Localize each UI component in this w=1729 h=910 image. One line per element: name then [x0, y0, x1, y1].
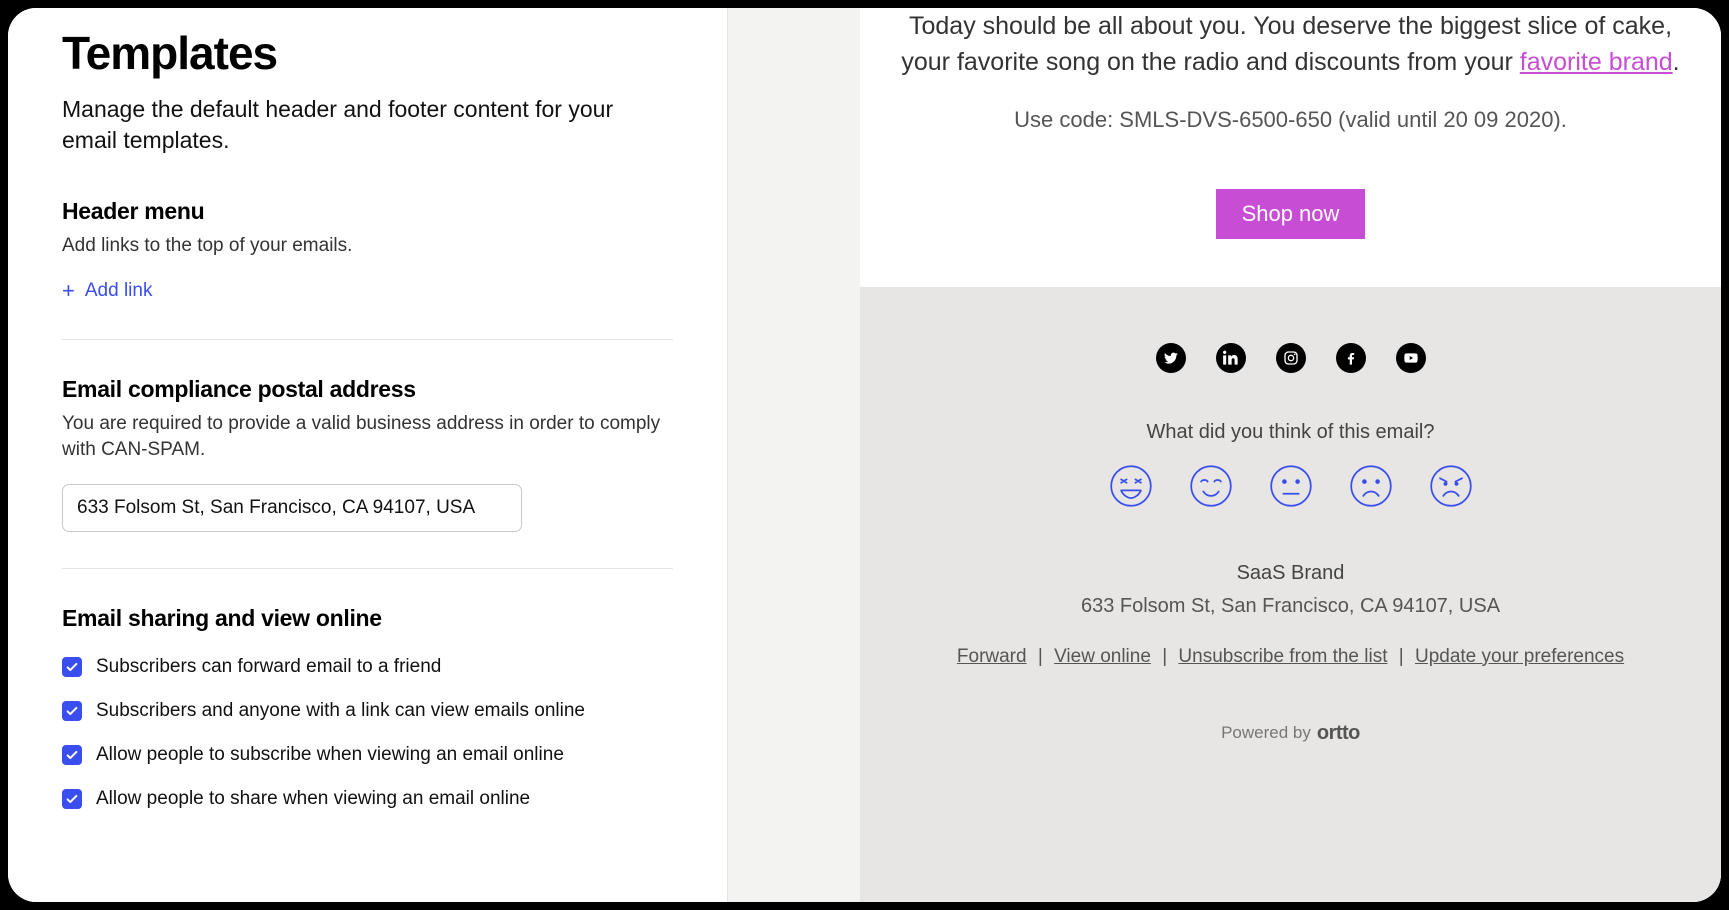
preview-footer: What did you think of this email? SaaS B… [860, 287, 1721, 903]
update-preferences-link[interactable]: Update your preferences [1415, 646, 1624, 667]
shop-now-button[interactable]: Shop now [1216, 189, 1366, 239]
divider [62, 568, 673, 569]
view-online-link[interactable]: View online [1054, 646, 1151, 667]
app-window: Templates Manage the default header and … [8, 8, 1721, 902]
linkedin-icon[interactable] [1216, 343, 1246, 373]
preview-body-text: Today should be all about you. You deser… [898, 8, 1683, 81]
powered-by: Powered by ortto [898, 722, 1683, 745]
checkbox-share-online[interactable]: Allow people to share when viewing an em… [62, 788, 673, 810]
forward-link[interactable]: Forward [957, 646, 1027, 667]
footer-brand-address: 633 Folsom St, San Francisco, CA 94107, … [898, 595, 1683, 618]
checkbox-forward[interactable]: Subscribers can forward email to a frien… [62, 656, 673, 678]
plus-icon: + [62, 280, 75, 302]
checkbox-icon [62, 657, 82, 677]
settings-panel: Templates Manage the default header and … [8, 8, 727, 902]
checkbox-label: Subscribers and anyone with a link can v… [96, 700, 585, 722]
page-description: Manage the default header and footer con… [62, 94, 642, 156]
section-desc-compliance: You are required to provide a valid busi… [62, 411, 673, 464]
facebook-icon[interactable] [1336, 343, 1366, 373]
youtube-icon[interactable] [1396, 343, 1426, 373]
checkbox-icon [62, 789, 82, 809]
checkbox-label: Allow people to subscribe when viewing a… [96, 744, 564, 766]
social-icons-row [898, 343, 1683, 373]
section-desc-header-menu: Add links to the top of your emails. [62, 233, 673, 260]
ortto-logo: ortto [1317, 722, 1360, 745]
rating-row [898, 464, 1683, 508]
page-title: Templates [62, 26, 673, 80]
header-menu-section: Header menu Add links to the top of your… [62, 198, 673, 303]
checkbox-label: Subscribers can forward email to a frien… [96, 656, 441, 678]
checkbox-view-online[interactable]: Subscribers and anyone with a link can v… [62, 700, 673, 722]
preview-body-suffix: . [1673, 48, 1680, 76]
rating-sad-icon[interactable] [1349, 464, 1393, 508]
section-title-header-menu: Header menu [62, 198, 673, 225]
add-link-button[interactable]: + Add link [62, 280, 152, 302]
favorite-brand-link[interactable]: favorite brand [1520, 48, 1673, 76]
powered-by-prefix: Powered by [1221, 723, 1311, 743]
footer-links: Forward | View online | Unsubscribe from… [898, 646, 1683, 668]
section-title-compliance: Email compliance postal address [62, 376, 673, 403]
preview-promo-code: Use code: SMLS-DVS-6500-650 (valid until… [898, 107, 1683, 133]
rating-happy-icon[interactable] [1189, 464, 1233, 508]
checkbox-icon [62, 701, 82, 721]
email-preview: Today should be all about you. You deser… [860, 8, 1721, 902]
checkbox-icon [62, 745, 82, 765]
sharing-section: Email sharing and view online Subscriber… [62, 605, 673, 810]
divider [62, 339, 673, 340]
instagram-icon[interactable] [1276, 343, 1306, 373]
add-link-label: Add link [85, 280, 153, 302]
rating-excited-icon[interactable] [1109, 464, 1153, 508]
unsubscribe-link[interactable]: Unsubscribe from the list [1178, 646, 1387, 667]
rating-neutral-icon[interactable] [1269, 464, 1313, 508]
footer-brand-name: SaaS Brand [898, 562, 1683, 585]
section-title-sharing: Email sharing and view online [62, 605, 673, 632]
rating-angry-icon[interactable] [1429, 464, 1473, 508]
preview-gutter [728, 8, 860, 902]
checkbox-label: Allow people to share when viewing an em… [96, 788, 530, 810]
checkbox-subscribe-online[interactable]: Allow people to subscribe when viewing a… [62, 744, 673, 766]
twitter-icon[interactable] [1156, 343, 1186, 373]
preview-body-section: Today should be all about you. You deser… [860, 8, 1721, 287]
compliance-section: Email compliance postal address You are … [62, 376, 673, 532]
postal-address-input[interactable] [62, 484, 522, 532]
survey-question: What did you think of this email? [898, 421, 1683, 444]
